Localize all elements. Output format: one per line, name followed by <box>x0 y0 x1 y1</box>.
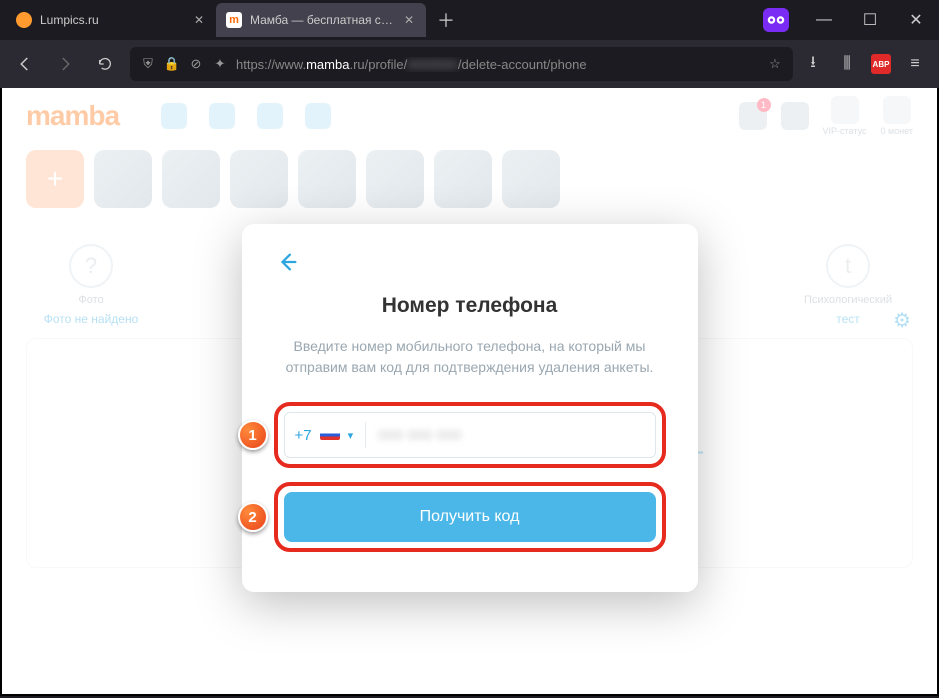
modal-description: Введите номер мобильного телефона, на ко… <box>274 336 666 378</box>
phone-input[interactable] <box>378 427 644 444</box>
country-code[interactable]: +7 <box>295 427 312 444</box>
permissions-icon: ⊘ <box>188 56 204 72</box>
back-button[interactable] <box>10 49 40 79</box>
modal-back-button[interactable] <box>274 248 302 276</box>
minimize-button[interactable]: ― <box>801 0 847 40</box>
modal-title: Номер телефона <box>274 294 666 318</box>
tab-strip: Lumpics.ru ✕ m Мамба — бесплатная сеть з… <box>0 0 939 40</box>
url-box[interactable]: ⛨ 🔒 ⊘ ✦ https://www.mamba.ru/profile/000… <box>130 47 793 81</box>
annotation-number-1: 1 <box>238 420 268 450</box>
close-window-button[interactable]: ✕ <box>893 0 939 40</box>
browser-tab-lumpics[interactable]: Lumpics.ru ✕ <box>6 3 216 37</box>
library-icon[interactable]: ⫼ <box>837 54 857 74</box>
tracking-icon: ✦ <box>212 56 228 72</box>
annotation-number-2: 2 <box>238 502 268 532</box>
phone-modal: Номер телефона Введите номер мобильного … <box>242 224 698 592</box>
divider <box>365 422 366 448</box>
abp-icon[interactable]: ABP <box>871 54 891 74</box>
menu-icon[interactable]: ≡ <box>905 54 925 74</box>
mask-icon <box>767 15 785 25</box>
arrow-left-icon <box>277 251 299 273</box>
close-icon[interactable]: ✕ <box>402 13 416 27</box>
browser-tab-mamba[interactable]: m Мамба — бесплатная сеть зна ✕ <box>216 3 426 37</box>
chevron-down-icon[interactable]: ▾ <box>348 429 354 442</box>
get-code-button[interactable]: Получить код <box>284 492 656 542</box>
close-icon[interactable]: ✕ <box>192 13 206 27</box>
lock-icon: 🔒 <box>164 56 180 72</box>
favicon-mamba: m <box>226 12 242 28</box>
extension-badge[interactable] <box>763 8 789 32</box>
forward-button[interactable] <box>50 49 80 79</box>
address-bar: ⛨ 🔒 ⊘ ✦ https://www.mamba.ru/profile/000… <box>0 40 939 88</box>
annotation-get-code: 2 Получить код <box>274 482 666 552</box>
url-text: https://www.mamba.ru/profile/0000000/del… <box>236 57 759 72</box>
tab-label: Lumpics.ru <box>40 13 184 27</box>
reload-button[interactable] <box>90 49 120 79</box>
flag-ru-icon <box>320 430 340 440</box>
maximize-button[interactable]: ☐ <box>847 0 893 40</box>
tab-label: Мамба — бесплатная сеть зна <box>250 13 394 27</box>
window-controls: ― ☐ ✕ <box>801 0 939 40</box>
annotation-phone-input: 1 +7 ▾ <box>274 402 666 468</box>
new-tab-button[interactable]: ＋ <box>432 6 460 34</box>
download-icon[interactable]: ⭳ <box>803 54 823 74</box>
bookmark-icon[interactable]: ☆ <box>767 56 783 72</box>
toolbar-right: ⭳ ⫼ ABP ≡ <box>803 54 929 74</box>
viewport: mamba 1 VIP-статус <box>0 88 939 696</box>
shield-icon: ⛨ <box>140 56 156 72</box>
phone-input-row[interactable]: +7 ▾ <box>284 412 656 458</box>
favicon-lumpics <box>16 12 32 28</box>
